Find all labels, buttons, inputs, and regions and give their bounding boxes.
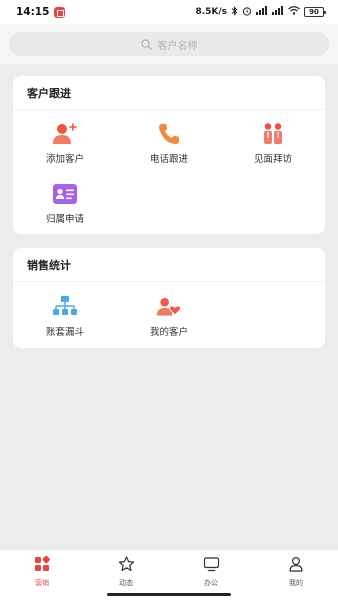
tab-label: 办公: [204, 579, 218, 587]
wifi-icon: [288, 6, 300, 18]
hierarchy-icon: [52, 294, 78, 320]
account-funnel-button[interactable]: 账套漏斗: [13, 294, 117, 346]
home-indicator[interactable]: [107, 593, 231, 596]
my-customer-icon: [156, 294, 182, 320]
star-icon: [118, 556, 135, 576]
tile-label: 归属申请: [45, 214, 84, 225]
phone-icon: [156, 121, 182, 147]
my-customers-button[interactable]: 我的客户: [117, 294, 221, 346]
tile-label: 见面拜访: [253, 154, 292, 165]
tile-label: 电话跟进: [149, 154, 188, 165]
tab-label: 营销: [35, 579, 49, 587]
search-icon: [140, 35, 152, 54]
add-customer-button[interactable]: 添加客户: [13, 121, 117, 173]
tab-marketing[interactable]: 营销: [0, 555, 84, 588]
ownership-apply-button[interactable]: 归属申请: [13, 181, 117, 233]
tab-mine[interactable]: 我的: [254, 556, 338, 588]
battery-level: 90: [309, 8, 319, 16]
tile-label: 我的客户: [149, 327, 188, 338]
alarm-icon: [242, 6, 252, 19]
signal-icon: [256, 6, 268, 18]
sales-stats-card: 销售统计 账套漏斗 我的客户: [13, 248, 325, 348]
apps-icon: [34, 555, 50, 576]
person-icon: [288, 556, 304, 576]
phone-followup-button[interactable]: 电话跟进: [117, 121, 221, 173]
tab-activity[interactable]: 动态: [84, 556, 168, 588]
tab-office[interactable]: 办公: [169, 556, 253, 588]
status-bar-right: 8.5K/s 90: [195, 5, 326, 19]
customer-followup-card: 客户跟进 添加客户 电话跟进 见面拜访 归属申请: [13, 76, 325, 234]
search-area: 客户名称: [0, 24, 338, 64]
visit-icon: [260, 121, 286, 147]
visit-button[interactable]: 见面拜访: [221, 121, 325, 173]
tile-label: 添加客户: [45, 154, 84, 165]
bluetooth-icon: [231, 5, 238, 19]
search-input[interactable]: 客户名称: [9, 32, 329, 56]
monitor-icon: [203, 556, 220, 576]
battery-icon: 90: [304, 7, 326, 17]
status-time: 14:15: [16, 6, 50, 18]
notification-app-icon: [54, 6, 66, 18]
status-bar: 14:15 8.5K/s 90: [0, 0, 338, 24]
tab-label: 动态: [119, 579, 133, 587]
tab-label: 我的: [289, 579, 303, 587]
network-speed: 8.5K/s: [195, 7, 227, 17]
tile-label: 账套漏斗: [45, 327, 84, 338]
section-title: 客户跟进: [13, 76, 325, 110]
id-card-icon: [52, 181, 78, 207]
add-customer-icon: [52, 121, 78, 147]
section-title: 销售统计: [13, 248, 325, 282]
status-bar-left: 14:15: [16, 6, 66, 18]
signal-icon: [272, 6, 284, 18]
search-placeholder: 客户名称: [157, 40, 198, 52]
